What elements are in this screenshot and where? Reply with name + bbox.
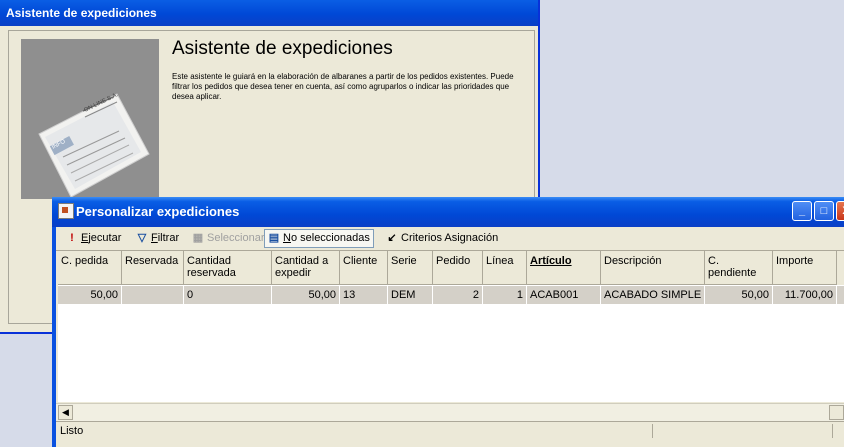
funnel-icon: ▽ xyxy=(137,232,147,244)
scroll-thumb[interactable] xyxy=(829,405,844,420)
column-header[interactable]: Descripción xyxy=(601,251,705,285)
select-grid-icon: ▦ xyxy=(192,232,204,244)
execute-button[interactable]: ! Ejecutar xyxy=(66,230,121,247)
minimize-button[interactable]: _ xyxy=(792,201,812,221)
column-header[interactable]: Pedido xyxy=(433,251,483,285)
select-button[interactable]: ▦ Seleccionar xyxy=(192,230,265,247)
column-header[interactable]: Reservada xyxy=(122,251,184,285)
cell[interactable]: ACAB001 xyxy=(527,286,601,304)
column-header[interactable]: Cantidad a expedir xyxy=(272,251,340,285)
cell[interactable]: DEM xyxy=(388,286,433,304)
filter-button[interactable]: ▽ Filtrar xyxy=(136,230,179,247)
cell[interactable]: 1 xyxy=(483,286,527,304)
wizard-description: Este asistente le guiará en la elaboraci… xyxy=(172,72,514,101)
column-header[interactable]: Cantidad reservada xyxy=(184,251,272,285)
app-icon xyxy=(58,203,74,219)
cell[interactable] xyxy=(122,286,184,304)
horizontal-scrollbar[interactable]: ◀ xyxy=(56,403,844,421)
customize-shipments-window: Personalizar expediciones _ □ X !Ejecuta… xyxy=(52,197,844,447)
cell[interactable]: 2 xyxy=(433,286,483,304)
column-header[interactable]: C. pendiente xyxy=(705,251,773,285)
window-titlebar: Personalizar expediciones _ □ X xyxy=(52,197,844,227)
column-header[interactable]: Artículo xyxy=(527,251,601,285)
wizard-heading: Asistente de expediciones xyxy=(172,38,393,59)
column-header[interactable]: Serie xyxy=(388,251,433,285)
toolbar: ! Ejecutar ▽ Filtrar ▦ Seleccionar ▤ No sele… xyxy=(56,227,844,251)
cell[interactable]: 11.700,00 xyxy=(773,286,837,304)
orders-grid: C. pedida Reservada Cantidad reservada C… xyxy=(58,251,844,402)
grid-header: C. pedida Reservada Cantidad reservada C… xyxy=(58,251,844,285)
exclamation-icon: ! xyxy=(70,232,74,244)
column-header[interactable]: Importe xyxy=(773,251,837,285)
status-divider xyxy=(832,424,833,438)
status-divider xyxy=(652,424,653,438)
column-header[interactable]: C. pedida xyxy=(58,251,122,285)
cell[interactable]: ACABADO SIMPLE xyxy=(601,286,705,304)
assignment-criteria-button[interactable]: ↙ Criterios Asignación xyxy=(386,230,498,247)
table-row[interactable]: 50,00 0 50,00 13 DEM 2 1 ACAB001 ACABADO… xyxy=(58,286,844,304)
status-text: Listo xyxy=(60,425,84,437)
column-header[interactable]: Cliente xyxy=(340,251,388,285)
cell[interactable]: 50,00 xyxy=(705,286,773,304)
cell[interactable]: 50,00 xyxy=(272,286,340,304)
scroll-left-arrow-icon[interactable]: ◀ xyxy=(58,405,73,420)
wizard-document-image: ON LINE S.A. INFO xyxy=(21,39,159,199)
document-list-icon: ▤ xyxy=(268,232,280,244)
arrow-down-left-icon: ↙ xyxy=(387,232,397,244)
maximize-button[interactable]: □ xyxy=(814,201,834,221)
cell[interactable]: 0 xyxy=(184,286,272,304)
cell[interactable]: 13 xyxy=(340,286,388,304)
cell[interactable]: 50,00 xyxy=(58,286,122,304)
status-bar: Listo xyxy=(56,421,844,440)
unselected-toggle-button[interactable]: ▤ No seleccionadas xyxy=(264,229,374,248)
column-header[interactable]: Línea xyxy=(483,251,527,285)
wizard-title: Asistente de expediciones xyxy=(0,0,538,26)
close-button[interactable]: X xyxy=(836,201,844,221)
window-title: Personalizar expediciones xyxy=(76,204,240,219)
